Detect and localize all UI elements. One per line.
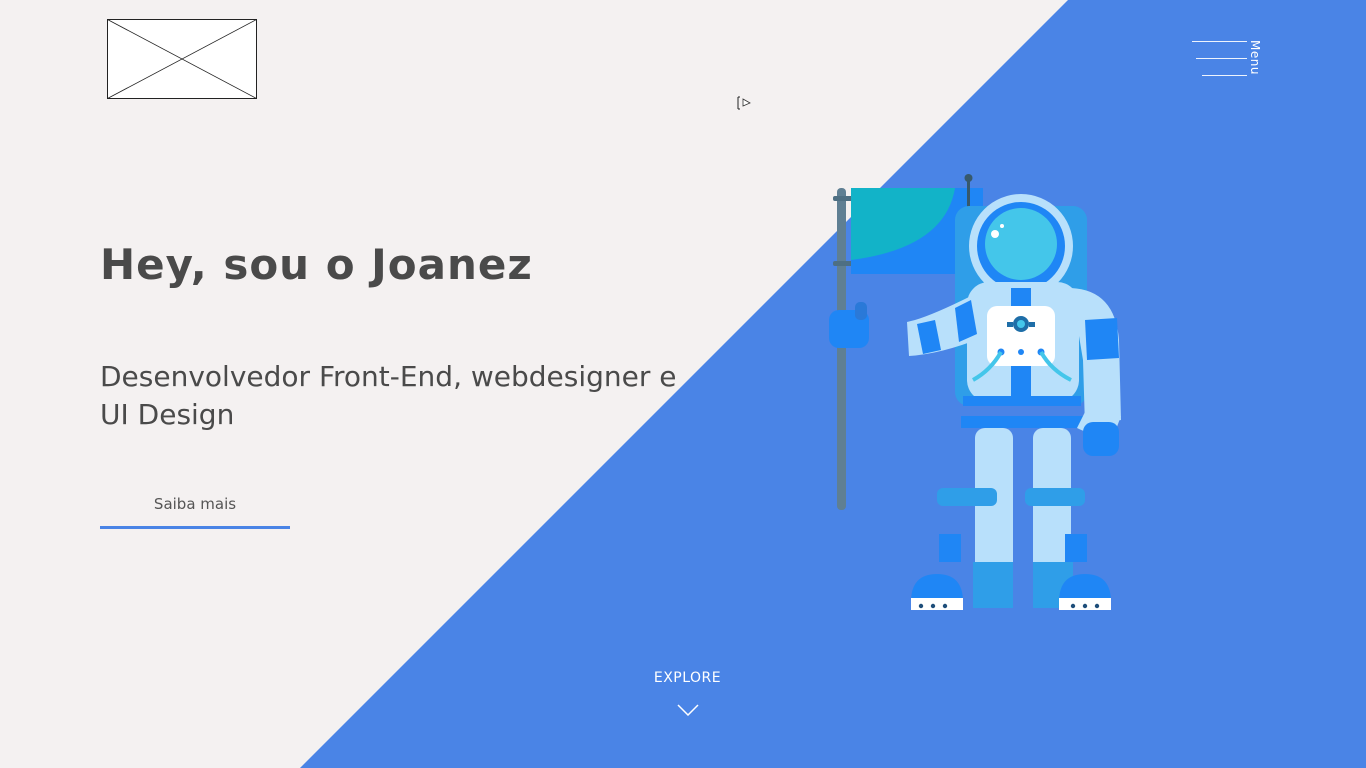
hamburger-icon bbox=[1190, 38, 1250, 80]
saiba-mais-button[interactable]: Saiba mais bbox=[100, 486, 290, 529]
cursor-icon bbox=[737, 96, 751, 110]
hero-subtitle: Desenvolvedor Front-End, webdesigner e U… bbox=[100, 360, 677, 431]
menu-label: Menu bbox=[1248, 40, 1262, 75]
explore-label: EXPLORE bbox=[653, 670, 722, 686]
landing-page: Menu Hey, sou o Joanez Desenvolvedor Fro… bbox=[0, 0, 1366, 768]
hero-title: Hey, sou o Joanez bbox=[100, 240, 533, 289]
astronaut-icon bbox=[829, 174, 1121, 610]
menu-button[interactable]: Menu bbox=[1190, 38, 1270, 80]
explore-link[interactable]: EXPLORE bbox=[640, 670, 735, 716]
logo-placeholder-icon[interactable] bbox=[107, 19, 257, 99]
chevron-down-icon bbox=[676, 704, 699, 716]
